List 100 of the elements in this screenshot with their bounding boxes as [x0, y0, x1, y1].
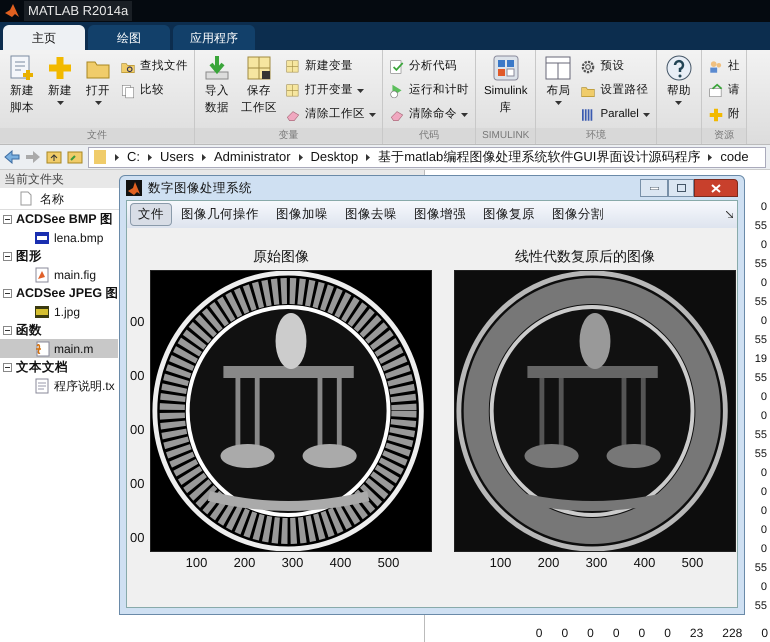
- menu-item[interactable]: 图像增强: [406, 203, 474, 226]
- section-label: 环境: [586, 128, 606, 143]
- toolstrip-button[interactable]: Simulink 库: [482, 54, 530, 128]
- toolstrip-button[interactable]: 新建变量: [285, 56, 376, 77]
- breadcrumb-item[interactable]: Administrator: [214, 148, 291, 166]
- toolstrip-button[interactable]: 保存 工作区: [239, 54, 279, 128]
- tick-label: 00: [130, 476, 146, 490]
- matrix-value: 0: [587, 625, 594, 642]
- toolstrip-button[interactable]: 帮助: [662, 54, 695, 128]
- collapse-icon[interactable]: [3, 326, 12, 334]
- toolstrip-button[interactable]: 预设: [580, 56, 650, 77]
- document-check-icon: [389, 58, 405, 74]
- tick-label: 200: [232, 554, 256, 572]
- matlab-logo-icon: [4, 3, 20, 19]
- toolstrip-button[interactable]: 清除工作区: [285, 104, 376, 125]
- menu-item[interactable]: 图像复原: [475, 203, 543, 226]
- tick-label: 400: [328, 554, 352, 572]
- toolstrip-button[interactable]: 打开: [82, 54, 114, 128]
- menu-item[interactable]: 图像加噪: [268, 203, 336, 226]
- function-file-icon: [34, 340, 50, 356]
- matrix-value: 0: [760, 542, 767, 557]
- blank-page-icon: [20, 191, 32, 206]
- breadcrumb-item[interactable]: code: [720, 148, 749, 166]
- file-row[interactable]: lena.bmp: [0, 228, 118, 247]
- panel-title: 当前文件夹: [4, 171, 64, 188]
- toolstrip-button[interactable]: 设置路径: [580, 80, 650, 101]
- matrix-value: 19: [754, 352, 767, 367]
- ribbon-tab[interactable]: 主页: [3, 25, 85, 50]
- matrix-value: 0: [760, 580, 767, 595]
- toolstrip-button[interactable]: 打开变量: [285, 80, 376, 101]
- document-plus-icon: [8, 54, 36, 82]
- matrix-value: 0: [612, 625, 620, 642]
- matrix-value: 0: [760, 504, 767, 519]
- back-arrow-icon[interactable]: [4, 150, 20, 164]
- toolstrip-button[interactable]: 附: [708, 104, 740, 125]
- section-label: SIMULINK: [482, 129, 530, 143]
- dock-arrow-icon[interactable]: [726, 211, 733, 218]
- plus-icon: [46, 54, 74, 82]
- toolstrip-button[interactable]: 比较: [120, 80, 188, 101]
- maximize-button[interactable]: [668, 179, 694, 197]
- section-label: 资源: [714, 129, 734, 143]
- ribbon-tab[interactable]: 绘图: [88, 25, 170, 50]
- folder-browse-icon[interactable]: [67, 150, 83, 164]
- toolstrip-button[interactable]: 查找文件: [120, 56, 188, 77]
- people-icon: [708, 58, 724, 74]
- file-row[interactable]: main.fig: [0, 265, 118, 284]
- collapse-icon[interactable]: [3, 252, 12, 260]
- toolstrip-button[interactable]: 社: [708, 56, 740, 77]
- menu-item[interactable]: 图像分割: [544, 203, 612, 226]
- axes-title: 原始图像: [253, 247, 309, 266]
- block-grid-icon: [492, 54, 520, 82]
- file-name: 1.jpg: [54, 304, 80, 320]
- matrix-value: 55: [754, 428, 767, 443]
- section-label: 文件: [87, 128, 107, 143]
- matrix-value: 0: [760, 276, 767, 291]
- help-icon: [664, 54, 693, 82]
- group-header: ACDSee BMP 图: [16, 210, 113, 228]
- toolstrip-button[interactable]: 导入 数据: [201, 54, 233, 128]
- file-row[interactable]: main.m: [0, 339, 118, 358]
- path-field[interactable]: C: Users Administrator Desktop 基于matlab编程图像处理系统软件GUI界面设计源码程序 code: [88, 146, 766, 168]
- menu-item[interactable]: 图像去噪: [337, 203, 405, 226]
- close-button[interactable]: [694, 179, 738, 197]
- breadcrumb-arrow-icon: [708, 154, 712, 160]
- toolstrip-button[interactable]: 布局: [542, 54, 574, 128]
- matrix-value: 0: [760, 200, 767, 215]
- dropdown-caret-icon: [94, 101, 102, 105]
- ribbon-tab[interactable]: 应用程序: [173, 25, 255, 50]
- toolstrip-button[interactable]: 分析代码: [389, 56, 469, 77]
- bmp-file-icon: [34, 230, 50, 246]
- minimize-button[interactable]: [640, 179, 668, 197]
- tick-label: 00: [130, 530, 146, 544]
- breadcrumb-item[interactable]: 基于matlab编程图像处理系统软件GUI界面设计源码程序: [378, 148, 700, 166]
- collapse-icon[interactable]: [3, 288, 12, 298]
- menu-item[interactable]: 文件: [130, 203, 172, 226]
- collapse-icon[interactable]: [3, 362, 12, 372]
- axes-title: 线性代数复原后的图像: [515, 247, 655, 266]
- figure-title: 数字图像处理系统: [148, 180, 253, 197]
- matrix-value: 0: [760, 238, 767, 253]
- matrix-value: 0: [761, 625, 768, 642]
- tick-label: 300: [280, 554, 304, 572]
- toolstrip-button[interactable]: 请: [708, 80, 740, 101]
- folder-up-icon[interactable]: [46, 150, 62, 164]
- collapse-icon[interactable]: [3, 214, 12, 224]
- minimize-icon: [650, 186, 658, 190]
- file-row[interactable]: 程序说明.tx: [0, 376, 118, 395]
- file-row[interactable]: 1.jpg: [0, 302, 118, 321]
- breadcrumb-item[interactable]: Users: [160, 148, 194, 166]
- toolstrip-button[interactable]: Parallel: [580, 104, 650, 125]
- toolstrip-button[interactable]: 运行和计时: [389, 80, 469, 101]
- matrix-value: 0: [760, 314, 767, 329]
- column-header[interactable]: 名称: [40, 190, 64, 208]
- toolstrip-button[interactable]: 清除命令: [389, 104, 469, 125]
- breadcrumb-item[interactable]: Desktop: [310, 148, 358, 166]
- menu-item[interactable]: 图像几何操作: [173, 203, 267, 226]
- toolstrip-button[interactable]: 新建 脚本: [6, 54, 38, 128]
- breadcrumb-item[interactable]: C:: [127, 148, 140, 166]
- matrix-value: 0: [664, 625, 671, 642]
- tick-label: 00: [130, 315, 146, 328]
- grid-icon: [285, 82, 301, 98]
- toolstrip-button[interactable]: 新建: [44, 54, 76, 128]
